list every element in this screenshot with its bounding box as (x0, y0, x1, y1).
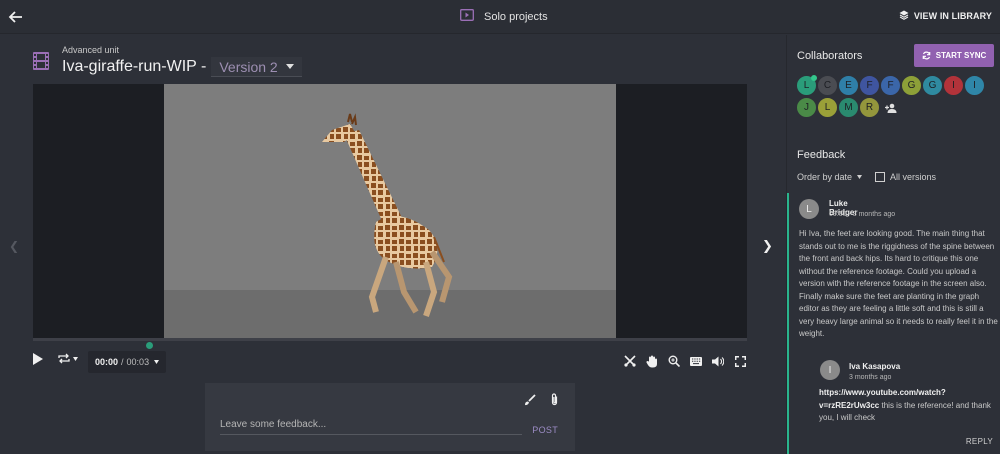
sidebar: Collaborators START SYNC LCEFFGGIIJLMR F… (786, 35, 1000, 454)
version-dropdown[interactable]: Version 2 (211, 57, 302, 77)
main-area: Advanced unit Iva-giraffe-run-WIP - Vers… (0, 35, 786, 454)
project-title: Solo projects (484, 10, 548, 23)
avatar[interactable]: G (923, 76, 942, 95)
comment-meta: 00:00 - 3 months ago (829, 211, 896, 218)
comment-body: https://www.youtube.com/watch?v=rzRE2rUw… (819, 387, 994, 425)
composer-tools (524, 393, 559, 411)
collaborators-title: Collaborators (797, 50, 863, 62)
brush-icon[interactable] (524, 393, 536, 411)
page-title: Iva-giraffe-run-WIP - (62, 58, 207, 75)
video-frame (164, 84, 616, 340)
paperclip-icon[interactable] (550, 393, 559, 411)
start-sync-button[interactable]: START SYNC (914, 44, 994, 67)
avatar-initial: C (823, 80, 832, 91)
order-by-label: Order by date (797, 172, 853, 182)
all-versions-label: All versions (890, 172, 937, 182)
avatar-initial: I (973, 80, 976, 91)
comment-marker[interactable] (146, 342, 153, 349)
back-arrow-icon[interactable] (6, 7, 26, 27)
comment-meta: 3 months ago (849, 374, 892, 381)
unit-label: Advanced unit (62, 45, 120, 55)
reply-button[interactable]: REPLY (966, 437, 993, 446)
avatar: I (820, 360, 840, 380)
progress-bar[interactable] (33, 338, 747, 341)
play-icon[interactable] (33, 353, 43, 365)
video-project-icon (460, 9, 474, 24)
avatar-initial: R (865, 102, 874, 113)
duration: 00:03 (126, 357, 150, 367)
all-versions-checkbox[interactable] (875, 172, 886, 182)
collaborator-avatars: LCEFFGGIIJLMR (797, 75, 997, 117)
feedback-title: Feedback (797, 149, 846, 161)
page-header: Advanced unit Iva-giraffe-run-WIP - Vers… (33, 43, 302, 79)
caret-down-icon (285, 64, 294, 69)
time-separator: / (121, 357, 124, 367)
view-in-library-button[interactable]: VIEW IN LIBRARY (899, 10, 992, 22)
feedback-filters: Order by date All versions (797, 172, 936, 182)
avatar[interactable]: J (797, 98, 816, 117)
next-version-arrow[interactable]: ❯ (762, 238, 773, 254)
avatar-initial: I (952, 80, 955, 91)
comment-thread: L Luke Bridger 00:00 - 3 months ago Hi I… (787, 193, 1000, 454)
current-time: 00:00 (95, 357, 119, 367)
avatar-initial: L (824, 102, 831, 113)
zoom-icon[interactable] (667, 354, 681, 368)
avatar-initial: F (866, 80, 873, 91)
post-button[interactable]: POST (532, 425, 558, 435)
avatar[interactable]: G (902, 76, 921, 95)
project-title-group: Solo projects (460, 9, 548, 24)
volume-icon[interactable] (711, 354, 725, 368)
previous-version-arrow[interactable]: ❮ (9, 239, 19, 253)
sync-icon (922, 51, 931, 60)
avatar-initial: M (844, 102, 853, 113)
player-controls: 00:00 / 00:03 (33, 351, 747, 373)
caret-down-icon (857, 175, 863, 179)
avatar: L (799, 199, 819, 219)
avatar-initial: L (803, 80, 810, 91)
avatar[interactable]: F (881, 76, 900, 95)
avatar[interactable]: L (797, 75, 817, 95)
avatar[interactable]: I (965, 76, 984, 95)
avatar-initial: E (845, 80, 852, 91)
loop-button[interactable] (58, 353, 78, 364)
avatar-initial: G (907, 80, 916, 91)
top-bar: Solo projects VIEW IN LIBRARY (0, 0, 1000, 34)
layers-icon (899, 10, 909, 22)
order-by-dropdown[interactable]: Order by date (797, 172, 863, 182)
player-tools (623, 354, 747, 368)
cut-icon[interactable] (623, 354, 637, 368)
avatar[interactable]: C (818, 76, 837, 95)
all-versions-toggle[interactable]: All versions (875, 172, 936, 182)
feedback-input[interactable] (220, 415, 522, 435)
caret-down-icon (73, 356, 78, 361)
film-strip-icon (33, 52, 49, 70)
version-label: Version 2 (219, 58, 278, 75)
avatar-initial: F (887, 80, 894, 91)
avatar-initial: G (928, 80, 937, 91)
fullscreen-icon[interactable] (733, 354, 747, 368)
start-sync-label: START SYNC (935, 51, 987, 60)
caret-down-icon (154, 360, 160, 364)
comment-body: Hi Iva, the feet are looking good. The m… (799, 229, 998, 338)
avatar-initial: J (804, 102, 809, 113)
avatar[interactable]: F (860, 76, 879, 95)
comment-author: Iva Kasapova (849, 362, 901, 371)
loop-icon (58, 353, 70, 364)
avatar[interactable]: E (839, 76, 858, 95)
avatar[interactable]: R (860, 98, 879, 117)
video-player[interactable] (33, 84, 747, 340)
hand-pan-icon[interactable] (645, 354, 659, 368)
keyboard-icon[interactable] (689, 354, 703, 368)
online-indicator (811, 75, 817, 81)
feedback-composer: POST (205, 383, 575, 451)
avatar[interactable]: M (839, 98, 858, 117)
add-user-icon[interactable] (881, 98, 900, 117)
time-display[interactable]: 00:00 / 00:03 (88, 351, 167, 373)
avatar[interactable]: I (944, 76, 963, 95)
giraffe-figure (322, 113, 453, 317)
view-in-library-label: VIEW IN LIBRARY (913, 11, 992, 21)
avatar[interactable]: L (818, 98, 837, 117)
